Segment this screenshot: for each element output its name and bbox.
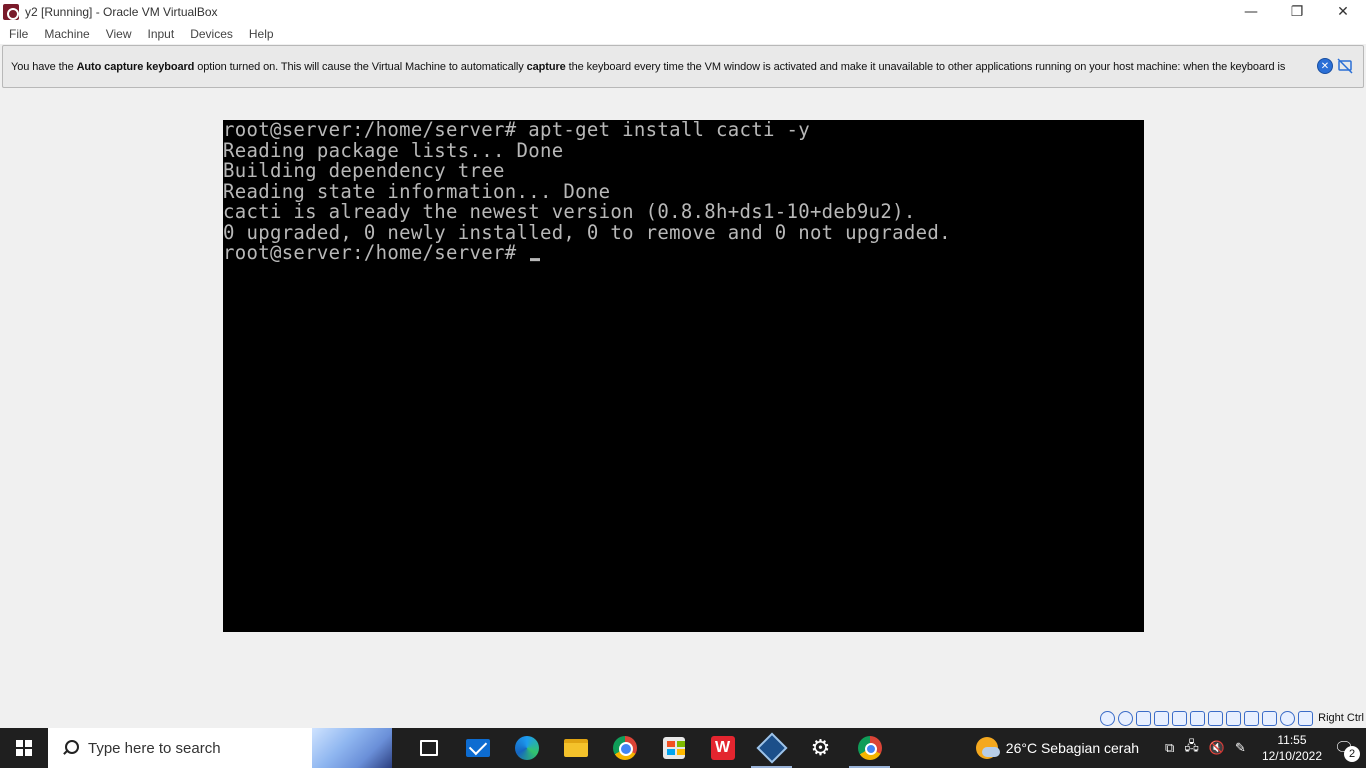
mouse-integration-icon[interactable] xyxy=(1280,710,1296,726)
notice-close-icon[interactable]: ✕ xyxy=(1317,58,1333,74)
notice-actions: ✕ xyxy=(1317,58,1353,74)
notice-dont-show-icon[interactable] xyxy=(1337,58,1353,74)
virtualbox-app-icon xyxy=(3,3,19,20)
edge-icon xyxy=(514,736,539,760)
menu-view[interactable]: View xyxy=(105,27,133,41)
task-view-button[interactable] xyxy=(404,728,453,768)
notification-count-badge: 2 xyxy=(1344,746,1360,762)
auto-capture-notice: You have the Auto capture keyboard optio… xyxy=(2,45,1364,88)
notification-center-button[interactable]: 🗨 2 xyxy=(1334,738,1360,762)
menu-input[interactable]: Input xyxy=(147,27,176,41)
terminal-line: root@server:/home/server# apt-get instal… xyxy=(223,120,810,142)
chrome-icon xyxy=(612,736,637,760)
chrome-profile-icon xyxy=(857,736,882,760)
close-button[interactable]: ✕ xyxy=(1320,0,1366,23)
file-explorer-button[interactable] xyxy=(551,728,600,768)
cpu-icon[interactable] xyxy=(1262,710,1278,726)
minimize-button[interactable]: — xyxy=(1228,0,1274,23)
terminal-line: Reading package lists... Done xyxy=(223,139,564,162)
task-view-icon xyxy=(419,740,438,756)
display-icon[interactable] xyxy=(1208,710,1224,726)
store-app-button[interactable] xyxy=(649,728,698,768)
restore-button[interactable]: ❐ xyxy=(1274,0,1320,23)
audio-icon[interactable] xyxy=(1136,710,1152,726)
notice-bold-auto-capture: Auto capture keyboard xyxy=(76,60,195,73)
notice-text: You have the Auto capture keyboard optio… xyxy=(11,61,1311,73)
keyboard-capture-icon[interactable] xyxy=(1298,710,1314,726)
settings-app-button[interactable]: ⚙ xyxy=(796,728,845,768)
shared-folders-icon[interactable] xyxy=(1190,710,1206,726)
search-icon xyxy=(62,740,79,756)
menu-file[interactable]: File xyxy=(8,27,29,41)
pen-icon[interactable]: ✎ xyxy=(1235,741,1246,756)
mail-icon xyxy=(465,739,490,757)
menu-help[interactable]: Help xyxy=(248,27,275,41)
chrome-app-button[interactable] xyxy=(600,728,649,768)
folder-icon xyxy=(563,739,588,757)
menu-machine[interactable]: Machine xyxy=(43,27,90,41)
chrome-profile-app-button[interactable] xyxy=(845,728,894,768)
volume-muted-icon[interactable]: 🔇 xyxy=(1209,741,1225,756)
clock-date: 12/10/2022 xyxy=(1261,749,1322,763)
taskbar-apps: W ⚙ xyxy=(404,728,894,768)
network-icon[interactable] xyxy=(1154,710,1170,726)
menu-devices[interactable]: Devices xyxy=(189,27,234,41)
notice-text-part: option turned on. This will cause the Vi… xyxy=(194,60,527,73)
virtualization-icon[interactable] xyxy=(1244,710,1260,726)
vm-display[interactable]: root@server:/home/server# apt-get instal… xyxy=(223,120,1144,632)
windows-taskbar: Type here to search W ⚙ 26°C Sebagian ce… xyxy=(0,728,1366,768)
clock[interactable]: 11:55 12/10/2022 xyxy=(1262,732,1322,764)
terminal-line: Reading state information... Done xyxy=(223,180,611,203)
weather-partly-cloudy-icon[interactable] xyxy=(975,737,1000,759)
terminal-prompt-line: root@server:/home/server# xyxy=(223,243,1144,264)
hard-disk-icon[interactable] xyxy=(1100,710,1116,726)
start-button[interactable] xyxy=(0,728,48,768)
windows-logo-icon xyxy=(16,740,32,756)
taskbar-search-box[interactable]: Type here to search xyxy=(48,728,392,768)
wps-office-button[interactable]: W xyxy=(698,728,747,768)
meet-now-icon[interactable]: ⧉ xyxy=(1165,741,1174,756)
gear-icon: ⚙ xyxy=(810,735,831,761)
terminal-prompt: root@server:/home/server# xyxy=(223,241,529,265)
menu-bar: File Machine View Input Devices Help xyxy=(0,23,1366,44)
notice-text-part: the keyboard every time the VM window is… xyxy=(565,60,1286,73)
store-icon xyxy=(662,737,685,759)
network-icon[interactable]: 🖧 xyxy=(1184,737,1199,759)
vm-status-bar: Right Ctrl xyxy=(0,708,1366,728)
search-highlight-image[interactable] xyxy=(312,728,392,768)
terminal-cursor xyxy=(530,258,541,262)
window-controls: — ❐ ✕ xyxy=(1228,0,1366,23)
title-bar: y2 [Running] - Oracle VM VirtualBox — ❐ … xyxy=(0,0,1366,23)
video-capture-icon[interactable] xyxy=(1226,710,1242,726)
edge-app-button[interactable] xyxy=(502,728,551,768)
terminal-line: cacti is already the newest version (0.8… xyxy=(223,200,916,224)
usb-icon[interactable] xyxy=(1172,710,1188,726)
window-title: y2 [Running] - Oracle VM VirtualBox xyxy=(25,4,218,19)
notice-bold-capture: capture xyxy=(526,60,566,73)
terminal-line: 0 upgraded, 0 newly installed, 0 to remo… xyxy=(223,221,951,244)
clock-time: 11:55 xyxy=(1277,733,1307,747)
optical-drive-icon[interactable] xyxy=(1118,710,1134,726)
host-key-label: Right Ctrl xyxy=(1318,712,1364,724)
weather-text[interactable]: 26°C Sebagian cerah xyxy=(1006,740,1139,756)
virtualbox-app-button[interactable] xyxy=(747,728,796,768)
terminal-line: Building dependency tree xyxy=(223,159,505,183)
wps-icon: W xyxy=(710,736,735,760)
search-placeholder: Type here to search xyxy=(88,739,221,757)
notice-text-part: You have the xyxy=(11,60,77,73)
mail-app-button[interactable] xyxy=(453,728,502,768)
virtualbox-icon xyxy=(755,732,788,764)
system-tray: 26°C Sebagian cerah ⧉ 🖧 🔇 ✎ 11:55 12/10/… xyxy=(975,728,1366,768)
